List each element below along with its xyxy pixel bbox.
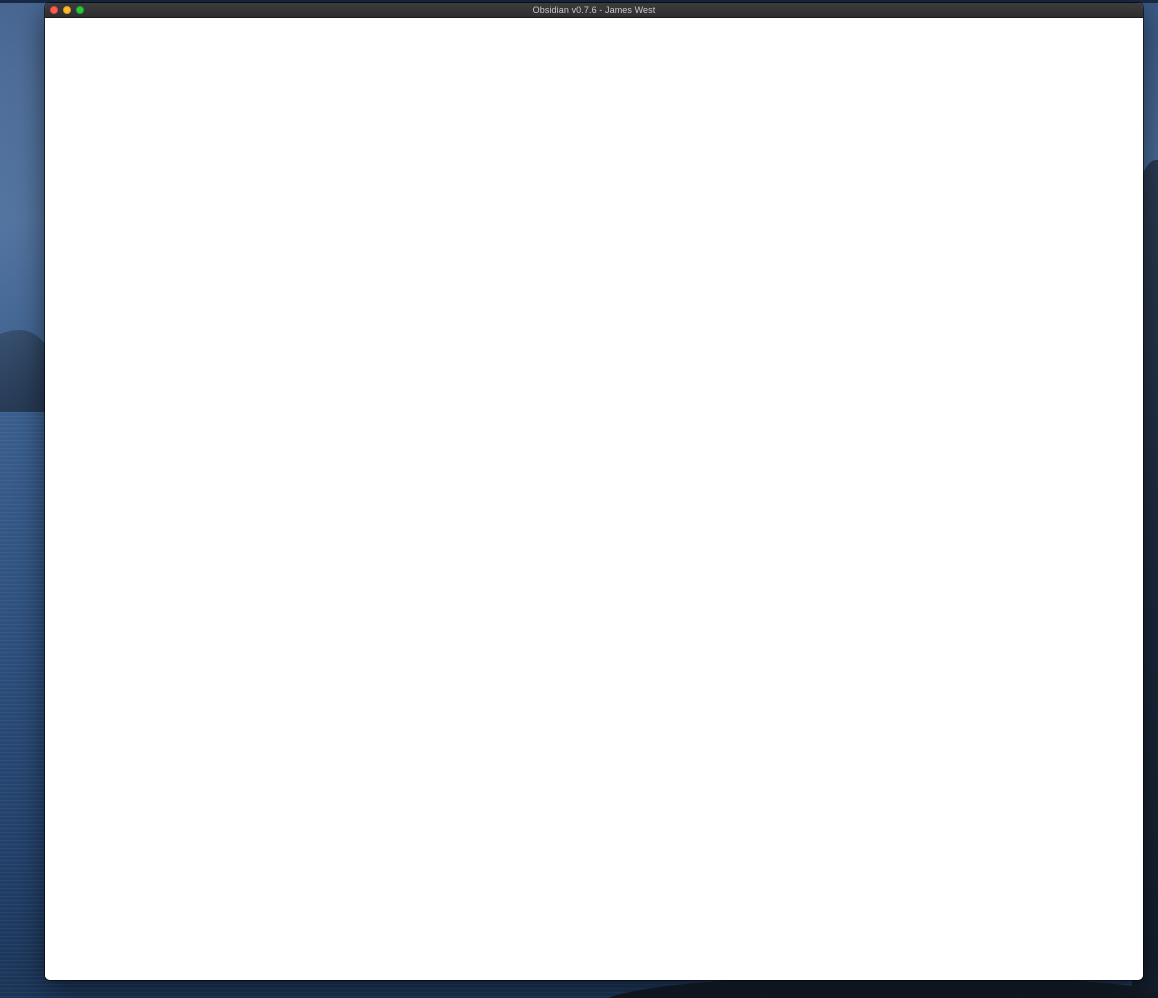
- minimize-button[interactable]: [63, 6, 71, 14]
- window-titlebar[interactable]: Obsidian v0.7.6 - James West: [45, 3, 1143, 18]
- zoom-button[interactable]: [76, 6, 84, 14]
- obsidian-window: Obsidian v0.7.6 - James West: [45, 3, 1143, 980]
- app-content-area[interactable]: [45, 18, 1143, 980]
- close-button[interactable]: [50, 6, 58, 14]
- window-title: Obsidian v0.7.6 - James West: [532, 5, 656, 15]
- window-controls: [50, 6, 84, 14]
